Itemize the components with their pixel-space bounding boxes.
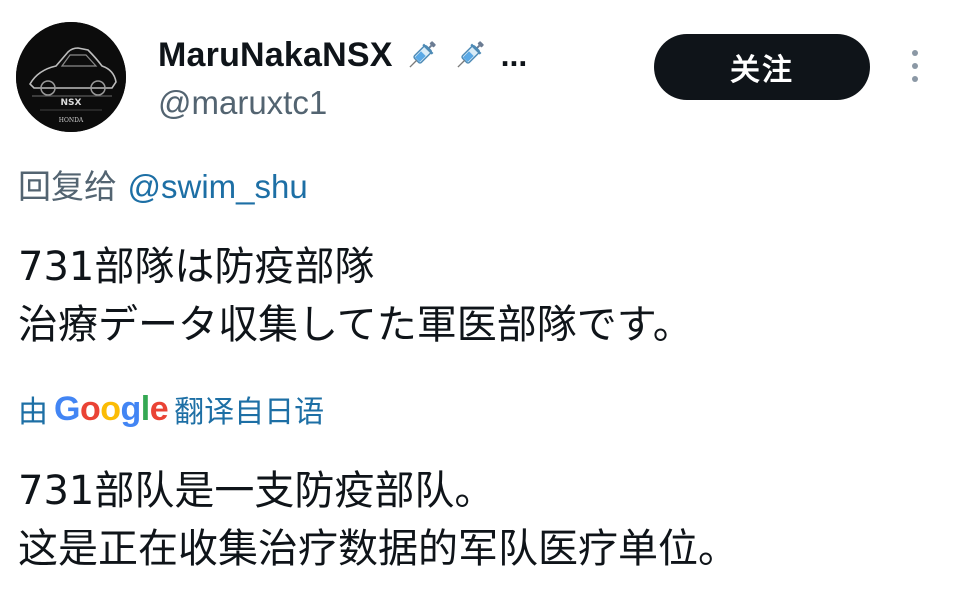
tweet-line: 治療データ収集してた軍医部隊です。: [18, 302, 693, 348]
tweet-text: 731部隊は防疫部隊 治療データ収集してた軍医部隊です。: [18, 238, 693, 354]
nsx-car-logo-icon: NSX HONDA: [16, 22, 126, 132]
tweet-line: 731部隊は防疫部隊: [18, 244, 375, 290]
more-options-icon[interactable]: [904, 46, 926, 86]
syringe-icon: [451, 36, 489, 74]
translated-line: 这是正在收集治疗数据的军队医疗单位。: [18, 526, 738, 572]
translation-attribution[interactable]: 由 Google 翻译自日语: [18, 386, 324, 432]
svg-text:NSX: NSX: [61, 98, 82, 108]
translation-suffix: 翻译自日语: [174, 395, 325, 430]
display-name[interactable]: MaruNakaNSX: [158, 36, 393, 75]
reply-indicator: 回复给 @swim_shu: [18, 160, 308, 208]
google-logo: Google: [54, 389, 169, 428]
user-name-row: MaruNakaNSX ...: [158, 30, 527, 80]
translated-text: 731部队是一支防疫部队。 这是正在收集治疗数据的军队医疗单位。: [18, 462, 738, 578]
user-handle[interactable]: @maruxtc1: [158, 84, 327, 122]
translated-line: 731部队是一支防疫部队。: [18, 468, 495, 514]
follow-button[interactable]: 关注: [654, 34, 870, 100]
translation-prefix: 由: [18, 395, 48, 430]
avatar[interactable]: NSX HONDA: [16, 22, 126, 132]
svg-text:HONDA: HONDA: [59, 117, 84, 124]
reply-prefix: 回复给: [18, 167, 117, 206]
reply-mention-link[interactable]: @swim_shu: [128, 168, 308, 205]
syringe-icon: [403, 36, 441, 74]
name-truncation-ellipsis: ...: [500, 36, 528, 73]
